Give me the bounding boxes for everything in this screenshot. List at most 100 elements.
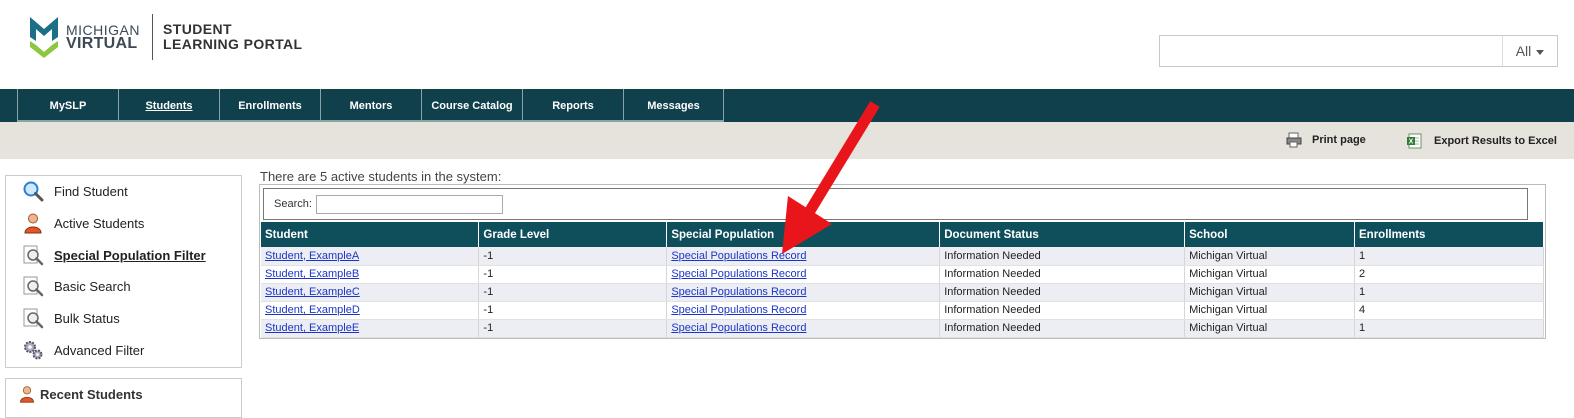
column-header-school[interactable]: School (1184, 222, 1355, 247)
student-link[interactable]: Student, ExampleE (265, 322, 359, 334)
sidebar-item-label: Advanced Filter (54, 342, 145, 358)
cell-grade-level: -1 (478, 319, 668, 338)
table-row: Student, ExampleC -1 Special Populations… (261, 283, 1544, 302)
portal-title-line-1: STUDENT (163, 21, 232, 37)
nav-tab-mentors[interactable]: Mentors (320, 89, 421, 122)
search-document-icon (20, 305, 46, 331)
sidebar-item-special-population-filter[interactable]: Special Population Filter (20, 242, 206, 268)
main-nav: MySLP Students Enrollments Mentors Cours… (0, 89, 1574, 122)
column-header-document-status[interactable]: Document Status (939, 222, 1186, 247)
person-icon (20, 210, 46, 236)
action-toolbar: Print page X Export Results to Excel (0, 122, 1574, 159)
gears-icon (20, 337, 46, 363)
nav-tabs: MySLP Students Enrollments Mentors Cours… (17, 89, 724, 122)
sidebar-item-label: Special Population Filter (54, 247, 206, 263)
cell-special-population: Special Populations Record (666, 301, 941, 320)
active-students-summary: There are 5 active students in the syste… (260, 169, 502, 184)
export-excel-button[interactable]: X Export Results to Excel (1406, 132, 1557, 150)
cell-special-population: Special Populations Record (666, 283, 941, 302)
cell-grade-level: -1 (478, 283, 668, 302)
column-header-special-population[interactable]: Special Population (666, 222, 941, 247)
student-link[interactable]: Student, ExampleC (265, 286, 360, 298)
cell-document-status: Information Needed (939, 319, 1186, 338)
logo-line-2: VIRTUAL (66, 35, 138, 52)
svg-text:X: X (1409, 139, 1414, 146)
students-table: Student Grade Level Special Population D… (261, 222, 1544, 338)
recent-students-panel: Recent Students (5, 378, 242, 418)
print-page-button[interactable]: Print page (1286, 132, 1366, 148)
nav-tab-students[interactable]: Students (118, 89, 219, 122)
table-row: Student, ExampleE -1 Special Populations… (261, 319, 1544, 338)
cell-document-status: Information Needed (939, 283, 1186, 302)
global-search: All (1159, 35, 1558, 67)
recent-students-title: Recent Students (40, 386, 143, 402)
global-search-input[interactable] (1160, 36, 1502, 66)
nav-tab-reports[interactable]: Reports (522, 89, 623, 122)
recent-students-header[interactable]: Recent Students (18, 385, 143, 403)
sidebar-item-label: Bulk Status (54, 310, 120, 326)
magnifier-icon (20, 178, 46, 204)
sidebar-item-bulk-status[interactable]: Bulk Status (20, 305, 120, 331)
caret-down-icon (1536, 49, 1545, 55)
column-header-enrollments[interactable]: Enrollments (1354, 222, 1544, 247)
special-populations-record-link[interactable]: Special Populations Record (671, 322, 806, 334)
student-link[interactable]: Student, ExampleD (265, 304, 360, 316)
sidebar-item-basic-search[interactable]: Basic Search (20, 273, 131, 299)
sidebar-item-advanced-filter[interactable]: Advanced Filter (20, 337, 144, 363)
special-populations-record-link[interactable]: Special Populations Record (671, 304, 806, 316)
nav-tab-enrollments[interactable]: Enrollments (219, 89, 320, 122)
table-row: Student, ExampleD -1 Special Populations… (261, 301, 1544, 320)
nav-tab-messages[interactable]: Messages (623, 89, 724, 122)
sidebar-item-label: Basic Search (54, 278, 131, 294)
special-populations-record-link[interactable]: Special Populations Record (671, 250, 806, 262)
column-header-student[interactable]: Student (261, 222, 480, 247)
cell-enrollments: 2 (1354, 265, 1544, 284)
printer-icon (1286, 132, 1302, 148)
cell-student: Student, ExampleE (261, 319, 480, 338)
portal-title: STUDENT LEARNING PORTAL (163, 22, 303, 52)
cell-special-population: Special Populations Record (666, 265, 941, 284)
search-scope-dropdown[interactable]: All (1502, 36, 1557, 66)
special-populations-record-link[interactable]: Special Populations Record (671, 268, 806, 280)
site-logo[interactable]: MICHIGAN VIRTUAL STUDENT LEARNING PORTAL (28, 12, 303, 62)
column-header-grade-level[interactable]: Grade Level (478, 222, 668, 247)
print-page-label: Print page (1312, 134, 1366, 146)
cell-school: Michigan Virtual (1184, 283, 1355, 302)
students-grid: Search: Student Grade Level Special Popu… (259, 184, 1546, 339)
cell-special-population: Special Populations Record (666, 247, 941, 266)
nav-tab-course-catalog[interactable]: Course Catalog (421, 89, 522, 122)
student-link[interactable]: Student, ExampleB (265, 268, 359, 280)
search-document-icon (20, 273, 46, 299)
cell-grade-level: -1 (478, 265, 668, 284)
table-header-row: Student Grade Level Special Population D… (261, 222, 1544, 247)
excel-export-icon: X (1407, 133, 1422, 149)
michigan-virtual-logo-icon (30, 17, 58, 58)
cell-document-status: Information Needed (939, 265, 1186, 284)
cell-grade-level: -1 (478, 247, 668, 266)
portal-title-line-2: LEARNING PORTAL (163, 36, 303, 52)
cell-student: Student, ExampleD (261, 301, 480, 320)
nav-tab-myslp[interactable]: MySLP (17, 89, 118, 122)
cell-document-status: Information Needed (939, 247, 1186, 266)
cell-enrollments: 4 (1354, 301, 1544, 320)
sidebar-item-active-students[interactable]: Active Students (20, 210, 144, 236)
special-populations-record-link[interactable]: Special Populations Record (671, 286, 806, 298)
cell-document-status: Information Needed (939, 301, 1186, 320)
cell-school: Michigan Virtual (1184, 265, 1355, 284)
cell-school: Michigan Virtual (1184, 319, 1355, 338)
student-filter-panel: Find Student Active Students Special Pop… (5, 175, 242, 368)
cell-school: Michigan Virtual (1184, 301, 1355, 320)
sidebar-item-find-student[interactable]: Find Student (20, 178, 128, 204)
person-icon (20, 386, 34, 403)
student-link[interactable]: Student, ExampleA (265, 250, 359, 262)
grid-search-input[interactable] (315, 194, 503, 214)
cell-student: Student, ExampleA (261, 247, 480, 266)
table-row: Student, ExampleB -1 Special Populations… (261, 265, 1544, 284)
cell-enrollments: 1 (1354, 319, 1544, 338)
cell-school: Michigan Virtual (1184, 247, 1355, 266)
grid-search-bar: Search: (263, 188, 1528, 220)
search-scope-label: All (1515, 43, 1532, 59)
search-document-icon (20, 242, 46, 268)
cell-enrollments: 1 (1354, 283, 1544, 302)
cell-student: Student, ExampleB (261, 265, 480, 284)
